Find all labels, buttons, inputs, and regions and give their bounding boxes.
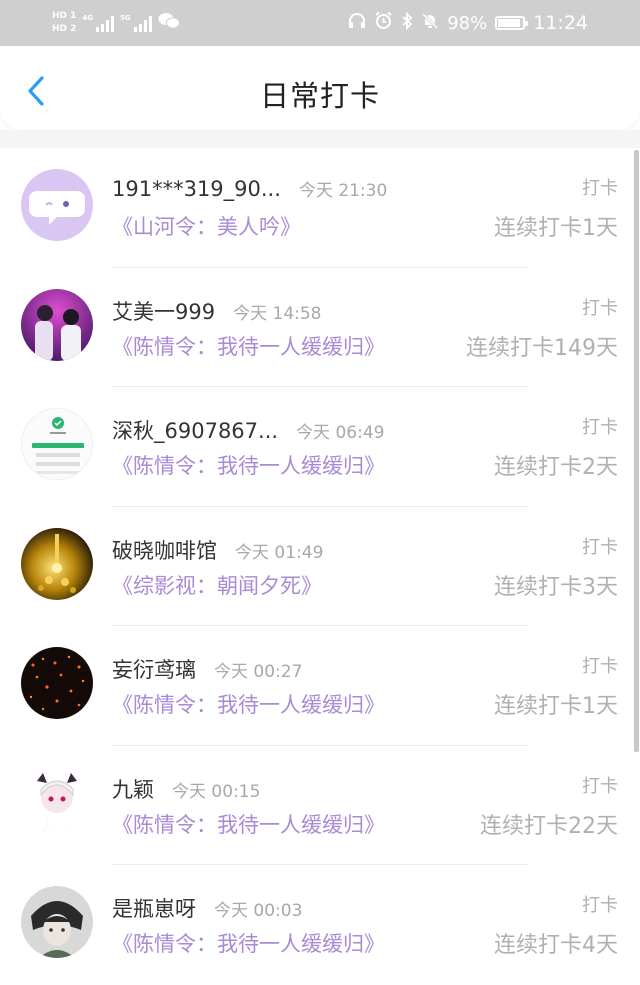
checkin-time: 今天 00:27 <box>214 662 303 682</box>
book-title-link[interactable]: 《陈情令：我待一人缓缓归》 <box>112 689 385 719</box>
avatar[interactable] <box>21 647 93 719</box>
checkin-time: 今天 00:15 <box>172 781 261 802</box>
checkin-time: 今天 14:58 <box>233 303 322 324</box>
list-item[interactable]: 艾美一999 今天 14:58 打卡 《陈情令：我待一人缓缓归》 连续打卡149天 <box>0 268 640 388</box>
user-name: 艾美一999 今天 14:58 <box>112 296 322 326</box>
avatar-text: 九颖 <box>40 816 73 835</box>
streak-count: 连续打卡2天 <box>494 455 618 480</box>
bluetooth-icon <box>401 11 413 35</box>
avatar[interactable] <box>21 288 93 361</box>
battery-icon <box>495 16 529 30</box>
user-name: 是瓶崽呀 今天 00:03 <box>112 893 302 923</box>
streak-count: 连续打卡1天 <box>494 694 618 719</box>
user-name-text: 九颖 <box>112 777 154 802</box>
user-name: 妄衍鸢璃 今天 00:27 <box>112 654 302 684</box>
streak-count: 连续打卡4天 <box>494 933 618 958</box>
alarm-icon <box>374 11 393 35</box>
user-name-text: 破晓咖啡馆 <box>112 538 217 563</box>
status-bar-right: 98% 11:24 <box>348 8 588 38</box>
avatar[interactable] <box>21 886 93 958</box>
avatar[interactable] <box>21 527 93 600</box>
mute-bell-icon <box>421 12 439 35</box>
list-item[interactable]: 是瓶崽呀 今天 00:03 打卡 《陈情令：我待一人缓缓归》 连续打卡4天 <box>0 865 640 985</box>
user-name: 深秋_6907867... 今天 06:49 <box>112 415 384 445</box>
streak-count: 连续打卡3天 <box>494 574 618 600</box>
streak-count: 连续打卡149天 <box>466 335 618 361</box>
checkin-label: 打卡 <box>582 656 618 677</box>
streak-count: 连续打卡1天 <box>494 216 618 241</box>
hd-indicators: HD 1 HD 2 <box>52 11 76 35</box>
battery-percent: 98% <box>447 12 488 34</box>
user-name-text: 艾美一999 <box>112 299 216 324</box>
checkin-list: 191***319_90... 今天 21:30 打卡 《山河令：美人吟》 连续打… <box>0 148 640 985</box>
user-name: 191***319_90... 今天 21:30 <box>112 176 387 201</box>
checkin-label: 打卡 <box>582 775 618 797</box>
list-item[interactable]: 深秋_6907867... 今天 06:49 打卡 《陈情令：我待一人缓缓归》 连… <box>0 387 640 507</box>
checkin-label: 打卡 <box>582 895 618 916</box>
user-name-text: 191***319_90... <box>112 177 281 201</box>
status-time: 11:24 <box>533 12 588 34</box>
list-item[interactable]: 191***319_90... 今天 21:30 打卡 《山河令：美人吟》 连续打… <box>0 148 640 268</box>
book-title-link[interactable]: 《陈情令：我待一人缓缓归》 <box>112 450 385 480</box>
checkin-label: 打卡 <box>582 417 618 438</box>
checkin-time: 今天 00:03 <box>214 901 303 921</box>
checkin-label: 打卡 <box>582 178 618 199</box>
user-name: 九颖 今天 00:15 <box>112 774 260 804</box>
streak-count: 连续打卡22天 <box>480 813 618 839</box>
hd1-indicator: HD 1 <box>52 11 77 21</box>
user-name-text: 是瓶崽呀 <box>112 897 196 921</box>
hd2-indicator: HD 2 <box>52 24 77 34</box>
user-name: 破晓咖啡馆 今天 01:49 <box>112 535 323 565</box>
network-type-2: 5G <box>120 14 131 22</box>
avatar[interactable] <box>21 408 93 480</box>
scrollbar[interactable] <box>634 150 639 752</box>
book-title-link[interactable]: 《陈情令：我待一人缓缓归》 <box>112 928 385 958</box>
status-bar: HD 1 HD 2 4G 5G 98% 11:24 <box>0 0 640 46</box>
list-item[interactable]: 九颖 九颖 今天 00:15 打卡 《陈情令：我待一人缓缓归》 连续打卡22天 <box>0 746 640 866</box>
avatar[interactable]: 九颖 <box>21 766 93 839</box>
section-divider <box>0 130 640 148</box>
book-title-link[interactable]: 《陈情令：我待一人缓缓归》 <box>112 331 385 361</box>
wechat-icon <box>158 12 180 34</box>
checkin-label: 打卡 <box>582 536 618 558</box>
list-item[interactable]: 妄衍鸢璃 今天 00:27 打卡 《陈情令：我待一人缓缓归》 连续打卡1天 <box>0 626 640 746</box>
signal-icon: 5G <box>120 14 152 32</box>
checkin-time: 今天 06:49 <box>296 423 385 443</box>
book-title-link[interactable]: 《陈情令：我待一人缓缓归》 <box>112 809 385 839</box>
list-item[interactable]: 破晓咖啡馆 今天 01:49 打卡 《综影视：朝闻夕死》 连续打卡3天 <box>0 507 640 627</box>
network-type-1: 4G <box>82 14 94 22</box>
signal-icon: 4G <box>82 14 115 32</box>
avatar[interactable] <box>21 169 93 241</box>
checkin-time: 今天 21:30 <box>298 181 388 201</box>
checkin-time: 今天 01:49 <box>235 542 324 563</box>
app-header: 日常打卡 <box>0 46 640 130</box>
status-bar-left: HD 1 HD 2 4G 5G <box>52 6 180 40</box>
headphones-icon <box>348 12 366 35</box>
user-name-text: 妄衍鸢璃 <box>112 658 196 682</box>
book-title-link[interactable]: 《综影视：朝闻夕死》 <box>112 570 322 600</box>
checkin-label: 打卡 <box>582 297 618 319</box>
page-title: 日常打卡 <box>259 79 380 113</box>
user-name-text: 深秋_6907867... <box>112 419 279 443</box>
book-title-link[interactable]: 《山河令：美人吟》 <box>112 211 301 241</box>
